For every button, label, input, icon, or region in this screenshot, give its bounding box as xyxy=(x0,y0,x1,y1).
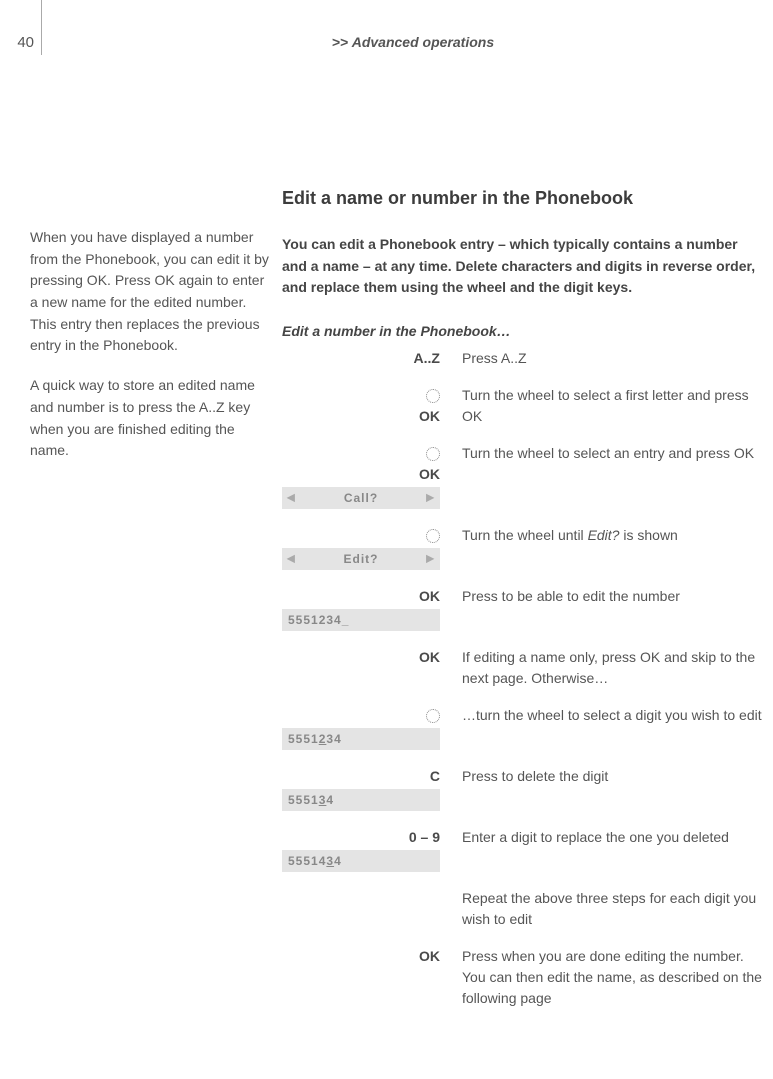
step-desc: Turn the wheel to select a first letter … xyxy=(462,387,749,424)
step-row: OK Press when you are done editing the n… xyxy=(282,936,762,1015)
step-row: A..Z Press A..Z xyxy=(282,348,762,375)
step-row: OK ◀ Call? ▶ Turn the wheel to select an… xyxy=(282,433,762,515)
step-desc: Press to be able to edit the number xyxy=(462,588,680,604)
running-head: >> Advanced operations xyxy=(332,32,494,53)
key-label: 0 – 9 xyxy=(409,829,440,845)
step-desc: Turn the wheel to select an entry and pr… xyxy=(462,445,754,461)
step-desc: If editing a name only, press OK and ski… xyxy=(462,649,755,686)
lcd-display: 5551434 xyxy=(282,850,440,872)
header-rule xyxy=(41,0,42,55)
lcd-num-selected: 3 xyxy=(326,854,334,868)
step-row: C 555134 Press to delete the digit xyxy=(282,756,762,817)
lcd-num: 5551234 xyxy=(288,613,342,627)
lcd-cursor: _ xyxy=(342,613,350,627)
main-content: Edit a name or number in the Phonebook Y… xyxy=(282,185,762,1015)
step-desc: Press when you are done editing the numb… xyxy=(462,948,762,1006)
step-row: Repeat the above three steps for each di… xyxy=(282,878,762,936)
chevron-icon: >> xyxy=(332,34,348,50)
lcd-num: 5551 xyxy=(288,793,319,807)
lcd-text: Call? xyxy=(344,491,378,505)
wheel-icon xyxy=(426,529,440,543)
step-desc: Turn the wheel until xyxy=(462,527,588,543)
intro-text: You can edit a Phonebook entry – which t… xyxy=(282,234,762,299)
key-label: OK xyxy=(419,588,440,604)
wheel-icon xyxy=(426,447,440,461)
running-head-text: Advanced operations xyxy=(352,34,494,50)
lcd-num: 5551 xyxy=(288,732,319,746)
lcd-display: 5551234_ xyxy=(282,609,440,631)
step-row: OK If editing a name only, press OK and … xyxy=(282,637,762,695)
step-row: OK Turn the wheel to select a first lett… xyxy=(282,375,762,433)
lcd-display: ◀ Edit? ▶ xyxy=(282,548,440,570)
step-desc: Enter a digit to replace the one you del… xyxy=(462,829,729,845)
triangle-left-icon: ◀ xyxy=(287,552,296,567)
lcd-display: 5551234 xyxy=(282,728,440,750)
wheel-icon xyxy=(426,709,440,723)
key-label: C xyxy=(430,768,440,784)
lcd-num: 34 xyxy=(326,732,341,746)
key-label: OK xyxy=(419,466,440,482)
wheel-icon xyxy=(426,389,440,403)
key-label: A..Z xyxy=(414,350,440,366)
step-desc-em: Edit? xyxy=(588,527,620,543)
step-desc: Press A..Z xyxy=(462,350,527,366)
lcd-num: 4 xyxy=(326,793,334,807)
step-desc: Press to delete the digit xyxy=(462,768,608,784)
section-title: Edit a number in the Phonebook… xyxy=(282,321,762,342)
triangle-left-icon: ◀ xyxy=(287,491,296,506)
sidebar-p2: A quick way to store an edited name and … xyxy=(30,375,270,462)
step-row: 0 – 9 5551434 Enter a digit to replace t… xyxy=(282,817,762,878)
lcd-num: 4 xyxy=(334,854,342,868)
key-label: OK xyxy=(419,408,440,424)
lcd-num: 55514 xyxy=(288,854,326,868)
page-number: 40 xyxy=(0,32,34,55)
step-desc: …turn the wheel to select a digit you wi… xyxy=(462,707,762,723)
key-label: OK xyxy=(419,948,440,964)
lcd-display: 555134 xyxy=(282,789,440,811)
step-row: 5551234 …turn the wheel to select a digi… xyxy=(282,695,762,756)
triangle-right-icon: ▶ xyxy=(426,552,435,567)
page-heading: Edit a name or number in the Phonebook xyxy=(282,185,762,212)
step-desc: Repeat the above three steps for each di… xyxy=(462,890,756,927)
lcd-text: Edit? xyxy=(344,552,379,566)
step-row: ◀ Edit? ▶ Turn the wheel until Edit? is … xyxy=(282,515,762,576)
step-desc: is shown xyxy=(619,527,677,543)
sidebar-note: When you have displayed a number from th… xyxy=(30,227,270,480)
lcd-display: ◀ Call? ▶ xyxy=(282,487,440,509)
key-label: OK xyxy=(419,649,440,665)
steps-table: A..Z Press A..Z OK Turn the wheel to sel… xyxy=(282,348,762,1015)
triangle-right-icon: ▶ xyxy=(426,491,435,506)
sidebar-p1: When you have displayed a number from th… xyxy=(30,227,270,357)
step-row: OK 5551234_ Press to be able to edit the… xyxy=(282,576,762,637)
